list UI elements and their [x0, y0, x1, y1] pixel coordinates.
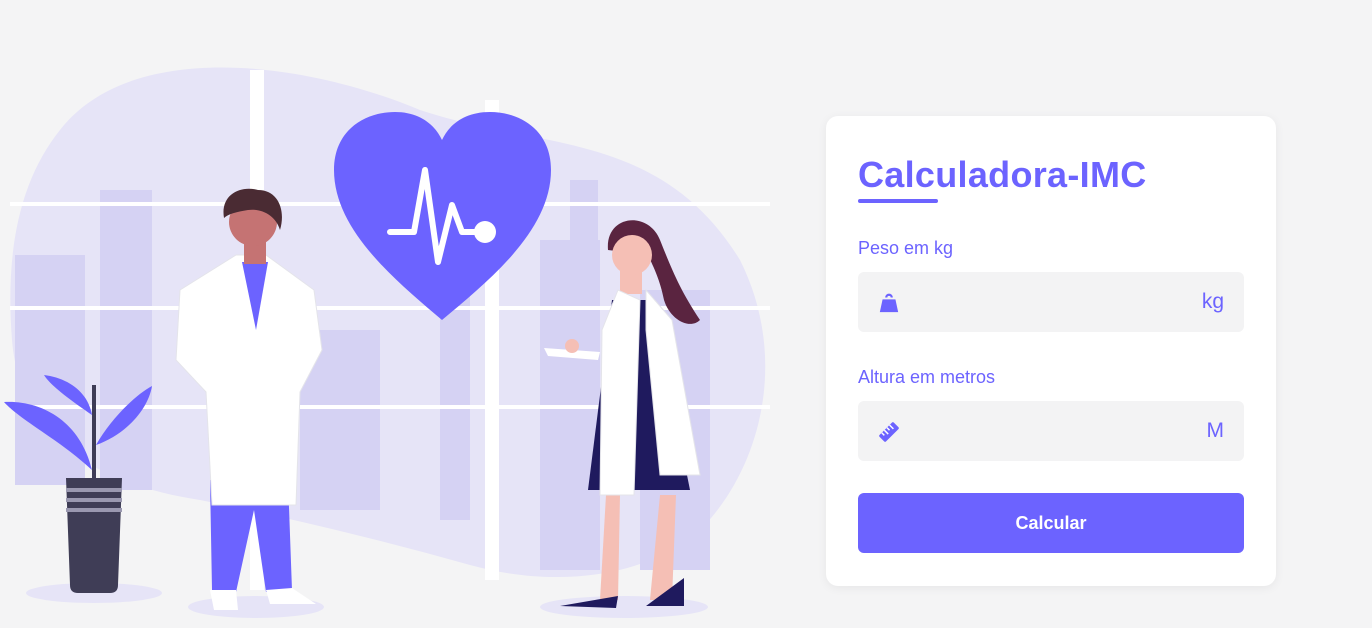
- imc-calculator-card: Calculadora-IMC Peso em kg kg Altura em …: [826, 116, 1276, 586]
- height-field[interactable]: M: [858, 401, 1244, 463]
- weight-input[interactable]: [910, 272, 1174, 334]
- title-underline: [858, 199, 938, 203]
- doctors-illustration: [4, 67, 770, 618]
- weight-unit: kg: [1201, 290, 1224, 313]
- page-title: Calculadora-IMC: [858, 154, 1147, 195]
- weight-field[interactable]: kg: [858, 272, 1244, 334]
- height-unit: M: [1206, 419, 1225, 442]
- weight-label: Peso em kg: [858, 238, 954, 258]
- weight-icon: [879, 293, 899, 313]
- height-input[interactable]: [910, 401, 1174, 463]
- height-label: Altura em metros: [858, 367, 996, 387]
- ruler-icon: [879, 422, 899, 442]
- calculate-button[interactable]: Calcular: [858, 493, 1244, 553]
